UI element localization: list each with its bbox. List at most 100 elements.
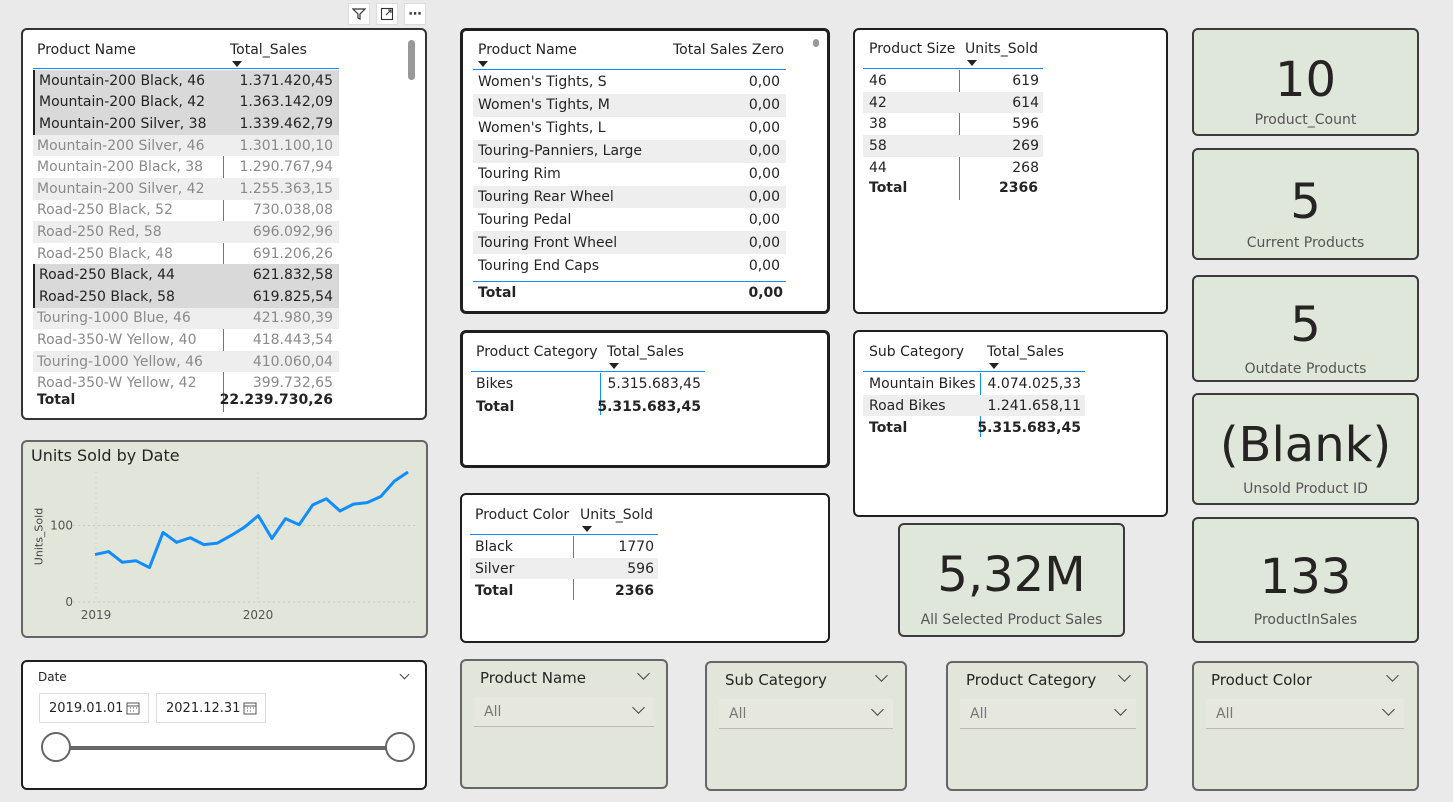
size-table-header-value[interactable]: Units_Sold: [965, 41, 1038, 66]
sales-table-header-name[interactable]: Product Name: [37, 42, 136, 58]
row-name: Touring-Panniers, Large: [478, 143, 643, 160]
row-name: Road-250 Red, 58: [37, 223, 162, 240]
table-row[interactable]: Black 1770: [470, 536, 658, 558]
table-row[interactable]: 44 268: [863, 157, 1043, 179]
table-row[interactable]: 38 596: [863, 113, 1043, 135]
table-row[interactable]: Mountain Bikes 4.074.025,33: [863, 373, 1085, 395]
row-value: 0,00: [748, 188, 780, 205]
slicer-dropdown[interactable]: All: [474, 697, 654, 727]
table-row[interactable]: Road-250 Black, 52 730.038,08: [33, 200, 339, 222]
start-date-input[interactable]: 2019.01.01: [39, 693, 149, 723]
table-row[interactable]: Road-350-W Yellow, 40 418.443,54: [33, 329, 339, 351]
scrollbar[interactable]: [408, 40, 415, 80]
zero-table-header-value[interactable]: Total Sales Zero: [673, 42, 784, 58]
table-row[interactable]: Touring Pedal 0,00: [473, 208, 786, 231]
category-table-header-name[interactable]: Product Category: [476, 344, 598, 360]
slicer-product-color: Product Color All: [1192, 661, 1419, 791]
subcategory-table-header-value[interactable]: Total_Sales: [987, 344, 1064, 369]
focus-mode-icon[interactable]: [376, 3, 398, 25]
kpi-label: Current Products: [1246, 235, 1365, 251]
color-table-header-value[interactable]: Units_Sold: [580, 507, 653, 532]
date-slicer-label: Date: [38, 670, 67, 684]
table-row[interactable]: Mountain-200 Black, 38 1.290.767,94: [33, 156, 339, 178]
series-line[interactable]: [94, 470, 409, 570]
row-value: 268: [1012, 159, 1039, 176]
sales-table-header-value[interactable]: Total_Sales: [230, 42, 307, 67]
table-row[interactable]: Mountain-200 Silver, 42 1.255.363,15: [33, 178, 339, 200]
kpi-all-selected-sales: 5,32M All Selected Product Sales: [898, 523, 1125, 637]
table-row[interactable]: Women's Tights, L 0,00: [473, 117, 786, 140]
row-name: Road-250 Black, 52: [37, 202, 173, 219]
table-row[interactable]: Touring-1000 Blue, 46 421.980,39: [33, 307, 339, 330]
table-row[interactable]: 42 614: [863, 91, 1043, 114]
table-row[interactable]: Road Bikes 1.241.658,11: [863, 394, 1085, 417]
color-table-header-name[interactable]: Product Color: [475, 507, 569, 523]
table-row[interactable]: Touring Rear Wheel 0,00: [473, 185, 786, 209]
table-row[interactable]: Mountain-200 Silver, 38 1.339.462,79: [33, 113, 339, 135]
kpi-label: Unsold Product ID: [1243, 481, 1368, 497]
table-row[interactable]: Touring-1000 Yellow, 46 410.060,04: [33, 350, 339, 373]
kpi-label: Product_Count: [1254, 112, 1357, 128]
sort-desc-icon: [232, 61, 242, 67]
row-value: 418.443,54: [252, 331, 333, 348]
kpi-unsold-product: (Blank) Unsold Product ID: [1192, 393, 1419, 505]
table-row[interactable]: Touring Rim 0,00: [473, 163, 786, 186]
row-name: Road-250 Black, 48: [37, 245, 173, 262]
filter-icon[interactable]: [348, 3, 370, 25]
row-value: 0,00: [748, 234, 780, 251]
table-row[interactable]: Road-250 Black, 58 619.825,54: [33, 286, 339, 308]
scrollbar[interactable]: [813, 39, 819, 47]
chevron-down-icon[interactable]: [399, 669, 410, 680]
table-row[interactable]: Silver 596: [470, 557, 658, 580]
category-table-header-value[interactable]: Total_Sales: [607, 344, 684, 369]
more-options-icon[interactable]: ⋯: [404, 3, 426, 25]
x-tick-label: 2019: [81, 608, 112, 622]
chevron-down-icon[interactable]: [875, 669, 888, 682]
kpi-label: Outdate Products: [1244, 361, 1367, 377]
range-end-handle[interactable]: [385, 732, 415, 762]
kpi-value: (Blank): [1219, 417, 1392, 473]
kpi-value: 5: [1290, 297, 1321, 353]
table-row[interactable]: Touring End Caps 0,00: [473, 254, 786, 277]
table-row[interactable]: Touring Front Wheel 0,00: [473, 231, 786, 255]
chevron-down-icon: [871, 703, 884, 716]
slicer-dropdown[interactable]: All: [960, 699, 1136, 729]
row-name: 42: [869, 94, 887, 111]
table-row[interactable]: Women's Tights, S 0,00: [473, 71, 786, 94]
zero-table-header-name[interactable]: Product Name: [478, 42, 577, 67]
table-row[interactable]: 46 619: [863, 70, 1043, 92]
chevron-down-icon[interactable]: [637, 667, 650, 680]
category-table: Product Category Total_Sales Bikes 5.315.…: [460, 330, 830, 468]
sort-desc-icon: [609, 363, 619, 369]
kpi-value: 10: [1274, 52, 1337, 108]
table-row[interactable]: Road-250 Black, 44 621.832,58: [33, 264, 339, 286]
units-sold-chart[interactable]: Units Sold by Date Units_Sold 0 100 2019 20…: [21, 440, 428, 638]
chevron-down-icon: [1114, 703, 1127, 716]
table-row[interactable]: 58 269: [863, 135, 1043, 157]
row-value: 1.371.420,45: [239, 72, 333, 89]
table-row[interactable]: Bikes 5.315.683,45: [471, 373, 705, 395]
date-range-track[interactable]: [57, 746, 401, 750]
end-date-input[interactable]: 2021.12.31: [156, 693, 266, 723]
table-row[interactable]: Women's Tights, M 0,00: [473, 93, 786, 117]
size-table-header-name[interactable]: Product Size: [869, 41, 955, 57]
row-value: 619.825,54: [252, 288, 333, 305]
row-name: Mountain-200 Silver, 38: [39, 115, 207, 132]
table-row[interactable]: Mountain-200 Black, 46 1.371.420,45: [33, 70, 339, 92]
calendar-icon[interactable]: [126, 701, 140, 715]
sort-desc-icon: [582, 526, 592, 532]
range-start-handle[interactable]: [41, 732, 71, 762]
table-row[interactable]: Road-250 Black, 48 691.206,26: [33, 243, 339, 265]
subcategory-table-header-name[interactable]: Sub Category: [869, 344, 964, 360]
row-name: Touring-1000 Yellow, 46: [37, 353, 203, 370]
table-row[interactable]: Road-350-W Yellow, 42 399.732,65: [33, 372, 339, 394]
table-row[interactable]: Mountain-200 Black, 42 1.363.142,09: [33, 91, 339, 114]
chevron-down-icon[interactable]: [1386, 669, 1399, 682]
chevron-down-icon[interactable]: [1118, 669, 1131, 682]
table-row[interactable]: Road-250 Red, 58 696.092,96: [33, 221, 339, 243]
slicer-dropdown[interactable]: All: [1206, 699, 1404, 729]
table-row[interactable]: Mountain-200 Silver, 46 1.301.100,10: [33, 134, 339, 157]
calendar-icon[interactable]: [243, 701, 257, 715]
slicer-dropdown[interactable]: All: [719, 699, 893, 729]
table-row[interactable]: Touring-Panniers, Large 0,00: [473, 139, 786, 163]
